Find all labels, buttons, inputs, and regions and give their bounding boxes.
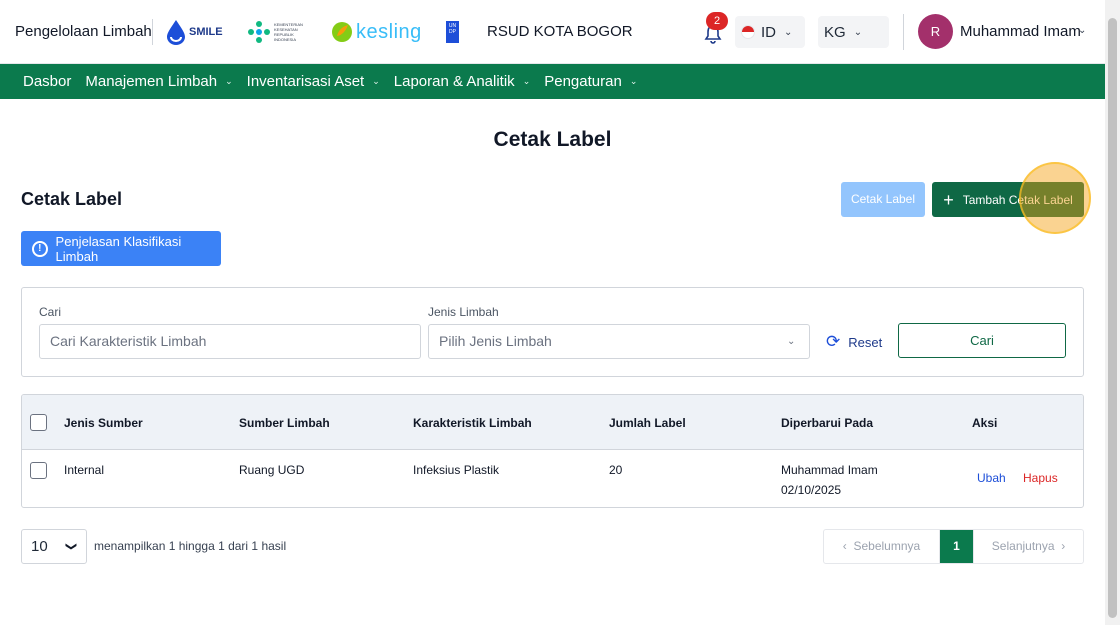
chevron-down-icon: ⌄ (784, 26, 793, 38)
edit-link[interactable]: Ubah (977, 471, 1006, 485)
cell-updated-by: Muhammad Imam (781, 463, 878, 477)
header-divider (152, 19, 153, 45)
chevron-down-icon: ⌄ (225, 76, 233, 86)
column-header: Aksi (972, 416, 998, 430)
previous-page-button[interactable]: ‹ Sebelumnya (824, 530, 940, 563)
waste-type-select[interactable]: Pilih Jenis Limbah (428, 324, 810, 359)
next-page-button[interactable]: Selanjutnya › (973, 530, 1083, 563)
cell-source: Ruang UGD (239, 463, 305, 477)
user-name[interactable]: Muhammad Imam (960, 23, 1081, 40)
per-page-select[interactable]: 10 ❯ (21, 529, 87, 564)
nav-item-inventarisasi-aset[interactable]: Inventarisasi Aset ⌄ (247, 73, 380, 90)
chevron-down-icon: ⌄ (787, 336, 796, 347)
language-value: ID (761, 23, 776, 41)
cell-source-type: Internal (64, 463, 105, 477)
chevron-down-icon[interactable]: ⌄ (1078, 25, 1086, 36)
page-scrollbar-thumb[interactable] (1108, 18, 1117, 618)
kesling-logo: kesling (331, 16, 422, 48)
cell-updated-date: 02/10/2025 (781, 483, 842, 497)
reset-button[interactable]: ⟳ Reset (826, 332, 882, 352)
avatar[interactable]: R (918, 14, 953, 49)
chevron-down-icon: ⌄ (372, 76, 380, 86)
top-header: Pengelolaan Limbah SMILE KEMENTERIAN KES… (0, 0, 1105, 64)
refresh-icon: ⟳ (826, 332, 841, 351)
water-drop-icon (167, 20, 185, 45)
chevron-right-icon: › (1061, 539, 1066, 553)
add-print-label-button[interactable]: + Tambah Cetak Label (932, 182, 1084, 217)
hospital-name: RSUD KOTA BOGOR (487, 23, 633, 40)
pagination: ‹ Sebelumnya 1 Selanjutnya › (823, 529, 1084, 564)
delete-link[interactable]: Hapus (1023, 471, 1058, 485)
kemenkes-emblem-icon (248, 21, 270, 43)
main-nav: Dasbor Manajemen Limbah ⌄ Inventarisasi … (0, 64, 1105, 99)
nav-item-manajemen-limbah[interactable]: Manajemen Limbah ⌄ (85, 73, 232, 90)
language-selector[interactable]: ID ⌄ (735, 16, 805, 48)
results-summary: menampilkan 1 hingga 1 dari 1 hasil (94, 539, 287, 553)
chevron-down-icon: ⌄ (853, 26, 863, 38)
plus-icon: + (943, 189, 954, 210)
leaf-icon (332, 22, 352, 42)
search-button[interactable]: Cari (898, 323, 1066, 358)
header-divider (903, 14, 904, 50)
nav-item-pengaturan[interactable]: Pengaturan ⌄ (544, 73, 637, 90)
app-name: Pengelolaan Limbah (15, 23, 152, 40)
select-all-checkbox[interactable] (30, 414, 47, 431)
undp-logo: UN DP (446, 16, 459, 48)
page-title: Cetak Label (493, 128, 612, 151)
column-header: Jenis Sumber (64, 416, 143, 430)
indonesia-flag-icon (741, 25, 755, 39)
notification-badge: 2 (706, 12, 728, 30)
waste-type-label: Jenis Limbah (428, 305, 499, 319)
chevron-down-icon: ❯ (65, 541, 78, 552)
cell-characteristic: Infeksius Plastik (413, 463, 500, 477)
table-header: Jenis Sumber Sumber Limbah Karakteristik… (22, 395, 1083, 450)
smile-logo: SMILE (165, 16, 223, 48)
column-header: Jumlah Label (609, 416, 686, 430)
page-number-button[interactable]: 1 (940, 530, 973, 563)
unit-selector[interactable]: KG ⌄ (818, 16, 889, 48)
nav-item-laporan-analitik[interactable]: Laporan & Analitik ⌄ (394, 73, 530, 90)
search-label: Cari (39, 305, 62, 319)
chevron-down-icon: ⌄ (522, 76, 531, 86)
chevron-left-icon: ‹ (842, 539, 847, 553)
unit-value: KG (824, 23, 846, 41)
search-input[interactable]: Cari Karakteristik Limbah (39, 324, 421, 359)
waste-classification-info-button[interactable]: ! Penjelasan Klasifikasi Limbah (21, 231, 221, 266)
print-label-button[interactable]: Cetak Label (841, 182, 925, 217)
column-header: Diperbarui Pada (781, 416, 874, 430)
column-header: Karakteristik Limbah (413, 416, 532, 430)
info-icon: ! (32, 240, 48, 257)
row-checkbox[interactable] (30, 462, 47, 479)
cell-label-count: 20 (609, 463, 623, 477)
label-table: Jenis Sumber Sumber Limbah Karakteristik… (21, 394, 1084, 508)
nav-item-dasbor[interactable]: Dasbor (23, 73, 71, 90)
column-header: Sumber Limbah (239, 416, 330, 430)
kemenkes-logo: KEMENTERIAN KESEHATAN REPUBLIK INDONESIA (247, 16, 306, 48)
section-title: Cetak Label (21, 189, 123, 209)
chevron-down-icon: ⌄ (629, 76, 638, 86)
